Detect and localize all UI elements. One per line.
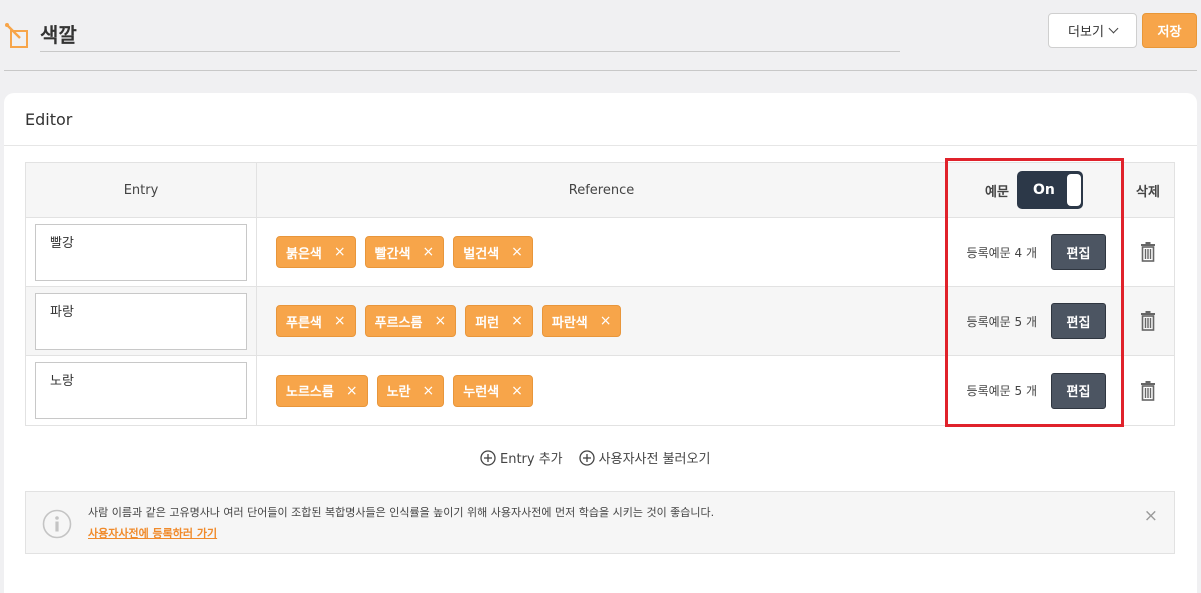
more-button[interactable]: 더보기 [1048,13,1137,48]
example-toggle[interactable]: On [1016,171,1083,209]
entry-input[interactable]: 파랑 [35,292,247,350]
tag-label: 벌건색 [463,246,500,262]
edit-button[interactable]: 편집 [1051,372,1106,409]
reference-cell: 붉은색 × 빨간색 × 벌건색 × [257,218,947,286]
example-cell: 등록예문 5 개 편집 [947,287,1122,355]
entry-cell: 파랑 [26,287,257,355]
tag-label: 파란색 [551,315,588,331]
table-actions: Entry 추가 사용자사전 불러오기 [480,448,710,467]
header-delete: 삭제 [1136,184,1160,200]
close-icon[interactable]: × [1144,506,1158,526]
example-count: 등록예문 5 개 [966,314,1037,329]
reference-tag: 빨간색 × [364,236,445,268]
table-header: Entry Reference 예문 On 삭제 [26,163,1174,218]
add-entry-link[interactable]: Entry 추가 [480,448,563,467]
tag-label: 노란 [386,385,411,400]
page-title: 색깔 [40,23,77,47]
tag-remove-icon[interactable]: × [511,244,523,260]
tag-label: 퍼런 [475,315,500,331]
tag-label: 누런색 [463,385,500,400]
example-count: 등록예문 5 개 [966,384,1037,398]
tag-label: 붉은색 [286,246,322,262]
trash-icon[interactable] [1140,311,1156,331]
tag-remove-icon[interactable]: × [434,313,446,329]
header-entry: Entry [26,163,257,217]
tag-remove-icon[interactable]: × [423,383,435,399]
plus-circle-icon [480,449,496,466]
tag-remove-icon[interactable]: × [423,244,435,260]
reference-tag: 노란 × [376,374,445,407]
reference-tag: 퍼런 × [465,305,533,337]
editor-card: Editor Entry Reference 예문 On 삭제 빨강 붉은색 × … [4,93,1197,593]
header-example-label: 예문 [985,184,1009,200]
entry-table: Entry Reference 예문 On 삭제 빨강 붉은색 × 빨간색 × 벌건… [25,162,1175,426]
edit-square-icon [5,23,28,48]
toggle-label: On [1032,182,1055,198]
edit-button[interactable]: 편집 [1051,303,1106,339]
edit-button[interactable]: 편집 [1051,234,1106,270]
trash-icon[interactable] [1140,242,1156,262]
tag-remove-icon[interactable]: × [511,383,523,399]
delete-cell [1122,218,1174,286]
entry-input[interactable]: 빨강 [35,223,247,281]
table-row: 노랑 노르스름 × 노란 × 누런색 × 등록예문 5 개 편집 [26,356,1174,425]
reference-tag: 벌건색 × [453,236,533,268]
toggle-knob [1066,174,1081,206]
plus-circle-icon [579,449,595,466]
reference-tag: 누런색 × [453,374,533,407]
register-dictionary-link[interactable]: 사용자사전에 등록하러 가기 [88,525,217,541]
info-notice: 사람 이름과 같은 고유명사나 여러 단어들이 조합된 복합명사들은 인식률을 … [25,491,1175,554]
info-circle-icon [42,509,72,539]
load-dictionary-link[interactable]: 사용자사전 불러오기 [579,448,711,467]
add-entry-label: Entry 추가 [500,452,563,467]
more-button-label: 더보기 [1068,25,1104,40]
entry-cell: 빨강 [26,218,257,286]
tag-remove-icon[interactable]: × [334,244,346,260]
tag-remove-icon[interactable]: × [600,313,612,329]
reference-cell: 푸른색 × 푸르스름 × 퍼런 × 파란색 × [257,287,947,355]
tag-label: 빨간색 [374,246,411,262]
entry-input[interactable]: 노랑 [35,362,247,419]
tag-label: 노르스름 [286,385,334,400]
reference-tag: 푸른색 × [276,305,356,337]
reference-tag: 파란색 × [541,305,622,337]
card-title: Editor [25,109,73,129]
chevron-down-icon [1108,23,1119,34]
title-field[interactable]: 색깔 [40,18,900,52]
trash-icon[interactable] [1140,380,1156,401]
header-example: 예문 On [947,163,1122,217]
tag-label: 푸른색 [286,315,322,331]
reference-tag: 노르스름 × [276,374,368,407]
load-dictionary-label: 사용자사전 불러오기 [598,452,711,467]
card-header: Editor [4,93,1197,146]
header-reference: Reference [257,163,947,217]
example-cell: 등록예문 4 개 편집 [947,218,1122,286]
delete-cell [1122,356,1174,425]
example-count: 등록예문 4 개 [966,245,1037,260]
tag-remove-icon[interactable]: × [334,313,346,329]
reference-cell: 노르스름 × 노란 × 누런색 × [257,356,947,425]
save-button[interactable]: 저장 [1142,13,1197,48]
reference-tag: 푸르스름 × [364,305,457,337]
table-row: 파랑 푸른색 × 푸르스름 × 퍼런 × 파란색 × 등록예문 5 개 편집 [26,287,1174,356]
page-header: 색깔 더보기 저장 [0,0,1201,72]
table-row: 빨강 붉은색 × 빨간색 × 벌건색 × 등록예문 4 개 편집 [26,218,1174,287]
header-divider [4,70,1197,71]
tag-remove-icon[interactable]: × [511,313,523,329]
notice-text: 사람 이름과 같은 고유명사나 여러 단어들이 조합된 복합명사들은 인식률을 … [88,506,715,519]
tag-remove-icon[interactable]: × [346,383,358,399]
delete-cell [1122,287,1174,355]
reference-tag: 붉은색 × [276,236,356,268]
entry-cell: 노랑 [26,356,257,425]
tag-label: 푸르스름 [374,315,423,331]
example-cell: 등록예문 5 개 편집 [947,356,1122,425]
